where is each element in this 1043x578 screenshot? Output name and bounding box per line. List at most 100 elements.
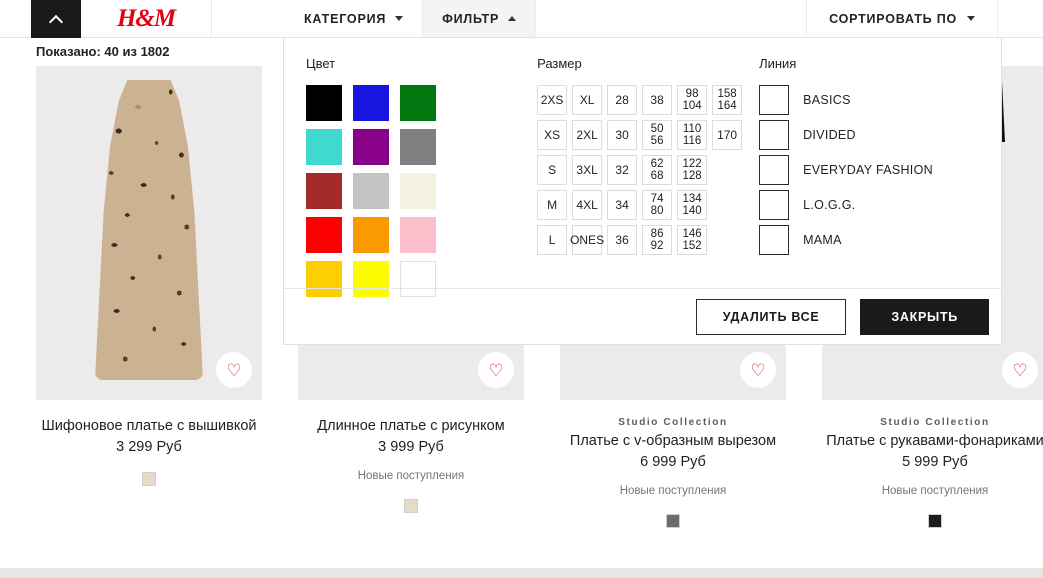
size-option[interactable]: 32 [607,155,638,185]
topbar-filler [536,0,808,37]
checkbox[interactable] [759,225,790,255]
color-swatch[interactable] [928,513,942,528]
tab-filter-label: ФИЛЬТР [442,11,500,26]
size-option[interactable]: 34 [607,190,638,220]
clear-all-button[interactable]: УДАЛИТЬ ВСЕ [695,298,847,335]
sort-by-dropdown[interactable]: СОРТИРОВАТЬ ПО [807,0,997,37]
product-name: Платье с v-образным вырезом [569,433,777,449]
topbar-end [997,0,1043,37]
product-meta: Шифоновое платье с вышивкой 3 299 Руб [36,400,262,486]
heart-icon: ♡ [750,360,766,380]
filter-line-title: Линия [759,56,797,71]
filter-panel: Цвет Размер 2XS XS S M L XL 2XL 3XL 4XL ONES 28 30 3… [283,38,1002,345]
size-option[interactable]: M [537,190,568,220]
size-option[interactable]: 4XL [572,190,603,220]
filter-section-color: Цвет [284,56,515,297]
size-option[interactable]: 36 [607,225,638,255]
line-option-row[interactable]: L.O.G.G. [759,190,1001,220]
color-filter-pink[interactable] [400,217,436,253]
color-filter-dark-red[interactable] [306,173,342,209]
filter-section-size: Размер 2XS XS S M L XL 2XL 3XL 4XL ONES 28 30 32 34 36… [515,56,743,288]
product-card[interactable]: ♡ Шифоновое платье с вышивкой 3 299 Руб [36,66,262,528]
product-name: Платье с рукавами-фонариками [826,433,1043,449]
line-option-row[interactable]: MAMA [759,225,1001,255]
checkbox[interactable] [759,120,790,150]
heart-icon: ♡ [488,360,504,380]
size-option[interactable]: S [537,155,568,185]
size-option[interactable]: 2XS [537,85,568,115]
size-column: 38 50 56 62 68 74 80 86 92 [642,85,673,255]
color-filter-black[interactable] [306,85,342,121]
heart-icon: ♡ [226,360,242,380]
checkbox[interactable] [759,190,790,220]
line-option-row[interactable]: DIVIDED [759,120,1001,150]
color-filter-green[interactable] [400,85,436,121]
product-collection: Studio Collection [880,417,990,428]
chevron-up-icon [51,16,62,23]
size-option[interactable]: 38 [642,85,673,115]
size-option[interactable]: 28 [607,85,638,115]
size-option-grid: 2XS XS S M L XL 2XL 3XL 4XL ONES 28 30 32 34 36 38 50 56 6… [537,85,743,255]
line-option-label: EVERYDAY FASHION [803,163,933,177]
size-column: 28 30 32 34 36 [607,85,638,255]
product-color-swatches [36,471,262,486]
color-filter-light-gray[interactable] [353,173,389,209]
size-option[interactable]: 86 92 [642,225,673,255]
favorite-button[interactable]: ♡ [478,352,514,388]
product-price: 3 299 Руб [116,438,182,455]
color-filter-blue[interactable] [353,85,389,121]
color-swatch[interactable] [404,498,418,513]
color-swatch-grid [306,85,515,297]
filter-size-title: Размер [537,56,582,71]
size-option[interactable]: 74 80 [642,190,673,220]
tab-category-label: КАТЕГОРИЯ [304,11,387,26]
size-option[interactable]: ONES [570,225,604,255]
logo-cell: H&M [81,0,212,37]
size-option[interactable]: 98 104 [677,85,708,115]
size-option[interactable]: L [537,225,568,255]
color-swatch[interactable] [666,513,680,528]
size-option[interactable]: 30 [607,120,638,150]
product-price: 5 999 Руб [902,453,968,470]
product-image[interactable]: ♡ [36,66,262,400]
color-filter-red[interactable] [306,217,342,253]
color-filter-orange[interactable] [353,217,389,253]
chevron-down-icon [967,16,975,21]
size-option[interactable]: 110 116 [677,120,708,150]
top-navigation-bar: H&M КАТЕГОРИЯ ФИЛЬТР СОРТИРОВАТЬ ПО [0,0,1043,38]
collapse-button[interactable] [31,0,81,38]
color-swatch[interactable] [142,471,156,486]
line-option-row[interactable]: EVERYDAY FASHION [759,155,1001,185]
size-option[interactable]: XS [537,120,568,150]
size-option[interactable]: XL [572,85,603,115]
product-collection: Studio Collection [618,417,728,428]
size-option[interactable]: 62 68 [642,155,673,185]
size-option[interactable]: 50 56 [642,120,673,150]
favorite-button[interactable]: ♡ [216,352,252,388]
product-badge-new: Новые поступления [619,484,727,497]
color-filter-gray[interactable] [400,129,436,165]
line-option-list: BASICS DIVIDED EVERYDAY FASHION L.O.G.G. MAM… [759,85,1001,255]
close-button[interactable]: ЗАКРЫТЬ [860,298,989,335]
size-option[interactable]: 2XL [572,120,603,150]
color-filter-cream[interactable] [400,173,436,209]
product-name: Шифоновое платье с вышивкой [41,418,257,434]
color-filter-turquoise[interactable] [306,129,342,165]
tab-category[interactable]: КАТЕГОРИЯ [285,0,424,37]
product-price: 3 999 Руб [378,438,444,455]
favorite-button[interactable]: ♡ [1002,352,1038,388]
color-filter-purple[interactable] [353,129,389,165]
size-option[interactable]: 122 128 [677,155,708,185]
product-name: Длинное платье с рисунком [317,418,505,434]
size-option[interactable]: 146 152 [677,225,708,255]
checkbox[interactable] [759,155,790,185]
line-option-label: MAMA [803,233,842,247]
line-option-row[interactable]: BASICS [759,85,1001,115]
size-option[interactable]: 3XL [572,155,603,185]
checkbox[interactable] [759,85,790,115]
favorite-button[interactable]: ♡ [740,352,776,388]
hm-logo: H&M [116,4,176,32]
tab-filter[interactable]: ФИЛЬТР [423,0,537,37]
size-option[interactable]: 134 140 [677,190,708,220]
